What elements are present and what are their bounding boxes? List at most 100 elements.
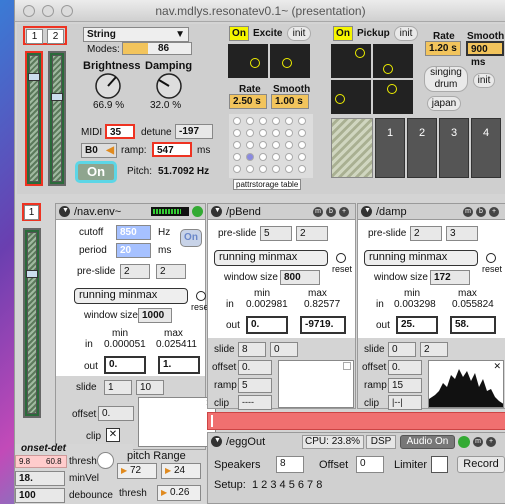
- env-out-min[interactable]: 0.: [104, 356, 146, 374]
- pattr-cell[interactable]: [298, 153, 306, 161]
- damp-reset-radio[interactable]: [486, 253, 496, 263]
- dsp-button[interactable]: DSP: [366, 435, 396, 449]
- pattr-cell[interactable]: [259, 117, 267, 125]
- preset-init-button[interactable]: init: [473, 73, 495, 88]
- pickup-pad-1[interactable]: [331, 44, 371, 78]
- env-on-toggle[interactable]: On: [180, 229, 202, 247]
- close-icon[interactable]: ✕: [493, 361, 501, 372]
- offset-number[interactable]: 0: [356, 456, 384, 473]
- pattr-cell[interactable]: [259, 141, 267, 149]
- excite-on-button[interactable]: On: [229, 26, 249, 41]
- graph-box-icon[interactable]: [343, 362, 351, 370]
- pbend-window-number[interactable]: 800: [280, 270, 320, 285]
- on-toggle[interactable]: On: [75, 161, 117, 183]
- pattr-cell[interactable]: [272, 129, 280, 137]
- pattr-cell[interactable]: [233, 165, 241, 173]
- midi-number[interactable]: 35: [105, 124, 135, 139]
- env-window-number[interactable]: 1000: [138, 308, 172, 323]
- damp-window-number[interactable]: 172: [430, 270, 470, 285]
- pattr-cell[interactable]: [233, 153, 241, 161]
- env-meter[interactable]: [23, 228, 41, 418]
- pbend-offset-number[interactable]: 0.: [238, 360, 272, 375]
- pattr-cell[interactable]: [298, 141, 306, 149]
- pattr-cell[interactable]: [259, 165, 267, 173]
- brightness-knob[interactable]: [94, 72, 122, 100]
- damp-preslide-b[interactable]: 3: [446, 226, 478, 241]
- env-slide-a[interactable]: 1: [104, 380, 132, 395]
- preset-slot-3[interactable]: 3: [439, 118, 469, 178]
- preset-singing-drum[interactable]: singing drum: [424, 66, 468, 92]
- pbend-graph[interactable]: [278, 360, 354, 408]
- title-bar[interactable]: nav.mdlys.resonatev0.1~ (presentation): [15, 0, 505, 22]
- pickup-pad-4[interactable]: [373, 80, 413, 114]
- period-number[interactable]: 20: [116, 243, 151, 258]
- pickup-rate-number[interactable]: 1.20 s: [425, 41, 461, 56]
- env-preslide-a[interactable]: 2: [120, 264, 150, 279]
- pattr-cell[interactable]: [285, 153, 293, 161]
- m-button[interactable]: m: [313, 207, 323, 217]
- onset-range[interactable]: 9.8 60.8: [15, 455, 67, 468]
- b-button[interactable]: b: [476, 207, 486, 217]
- pattr-cell[interactable]: [285, 117, 293, 125]
- pattr-cell[interactable]: [272, 165, 280, 173]
- m-button[interactable]: m: [463, 207, 473, 217]
- pattr-cell[interactable]: [233, 117, 241, 125]
- meter-1-handle[interactable]: [28, 73, 40, 81]
- excite-pad-1[interactable]: [228, 44, 268, 78]
- env-mode-menu[interactable]: running minmax: [74, 288, 188, 304]
- limiter-checkbox[interactable]: [431, 456, 448, 473]
- excite-rate-number[interactable]: 2.50 s: [229, 94, 267, 109]
- detune-number[interactable]: -197: [175, 124, 213, 139]
- pbend-mode-menu[interactable]: running minmax: [214, 250, 328, 266]
- excite-pad-2[interactable]: [270, 44, 310, 78]
- pbend-slide-a[interactable]: 8: [238, 342, 266, 357]
- pattr-cell[interactable]: [259, 153, 267, 161]
- damp-offset-number[interactable]: 0.: [388, 360, 422, 375]
- pickup-pad-2[interactable]: [373, 44, 413, 78]
- env-out-max[interactable]: 1.: [158, 356, 200, 374]
- pbend-slide-b[interactable]: 0: [270, 342, 298, 357]
- modes-slider[interactable]: 86: [122, 42, 192, 55]
- debounce-number[interactable]: 100: [15, 488, 65, 503]
- damp-slide-a[interactable]: 0: [388, 342, 416, 357]
- preset-japan[interactable]: japan: [427, 96, 461, 111]
- damp-slide-b[interactable]: 2: [420, 342, 448, 357]
- plus-icon[interactable]: +: [339, 207, 349, 217]
- pbend-preslide-b[interactable]: 2: [296, 226, 328, 241]
- pitch-high-number[interactable]: ▶ 24: [161, 463, 201, 479]
- power-icon[interactable]: [458, 436, 470, 448]
- preset-slot-2[interactable]: 2: [407, 118, 437, 178]
- pattr-cell[interactable]: [246, 117, 254, 125]
- pbend-preslide-a[interactable]: 5: [260, 226, 292, 241]
- pickup-init-button[interactable]: init: [394, 26, 418, 41]
- pbend-out-max[interactable]: -9719.: [300, 316, 346, 334]
- damp-graph[interactable]: ✕: [428, 360, 504, 408]
- pattr-cell[interactable]: [285, 141, 293, 149]
- pattr-cell[interactable]: [285, 165, 293, 173]
- preset-slot-1[interactable]: 1: [375, 118, 405, 178]
- pattr-cell[interactable]: [233, 141, 241, 149]
- pbend-ramp-number[interactable]: 5: [238, 378, 272, 393]
- damp-out-min[interactable]: 25.: [396, 316, 438, 334]
- egg-red-bar[interactable]: [207, 412, 505, 430]
- pitch-thresh-number[interactable]: ▶ 0.26: [157, 485, 201, 501]
- env-slide-b[interactable]: 10: [136, 380, 164, 395]
- preset-slot-empty[interactable]: [331, 118, 373, 178]
- speakers-number[interactable]: 8: [276, 456, 304, 473]
- plus-icon[interactable]: +: [486, 437, 496, 447]
- preset-slot-4[interactable]: 4: [471, 118, 501, 178]
- pbend-clip-value[interactable]: ----: [238, 395, 272, 410]
- damp-out-max[interactable]: 58.: [450, 316, 496, 334]
- env-power-icon[interactable]: [192, 206, 203, 217]
- env-preslide-b[interactable]: 2: [156, 264, 186, 279]
- pitch-low-number[interactable]: ▶ 72: [117, 463, 157, 479]
- damp-clip-value[interactable]: |--|: [388, 395, 422, 410]
- excite-smooth-number[interactable]: 1.00 s: [271, 94, 309, 109]
- minvel-number[interactable]: 18.: [15, 471, 65, 486]
- channel-1-button[interactable]: 1: [26, 29, 43, 44]
- pattr-cell[interactable]: [272, 153, 280, 161]
- onset-bang[interactable]: [97, 452, 114, 469]
- pickup-smooth-number[interactable]: 900 ms: [466, 41, 504, 68]
- env-channel-button[interactable]: 1: [24, 205, 39, 220]
- pattr-cell[interactable]: [246, 129, 254, 137]
